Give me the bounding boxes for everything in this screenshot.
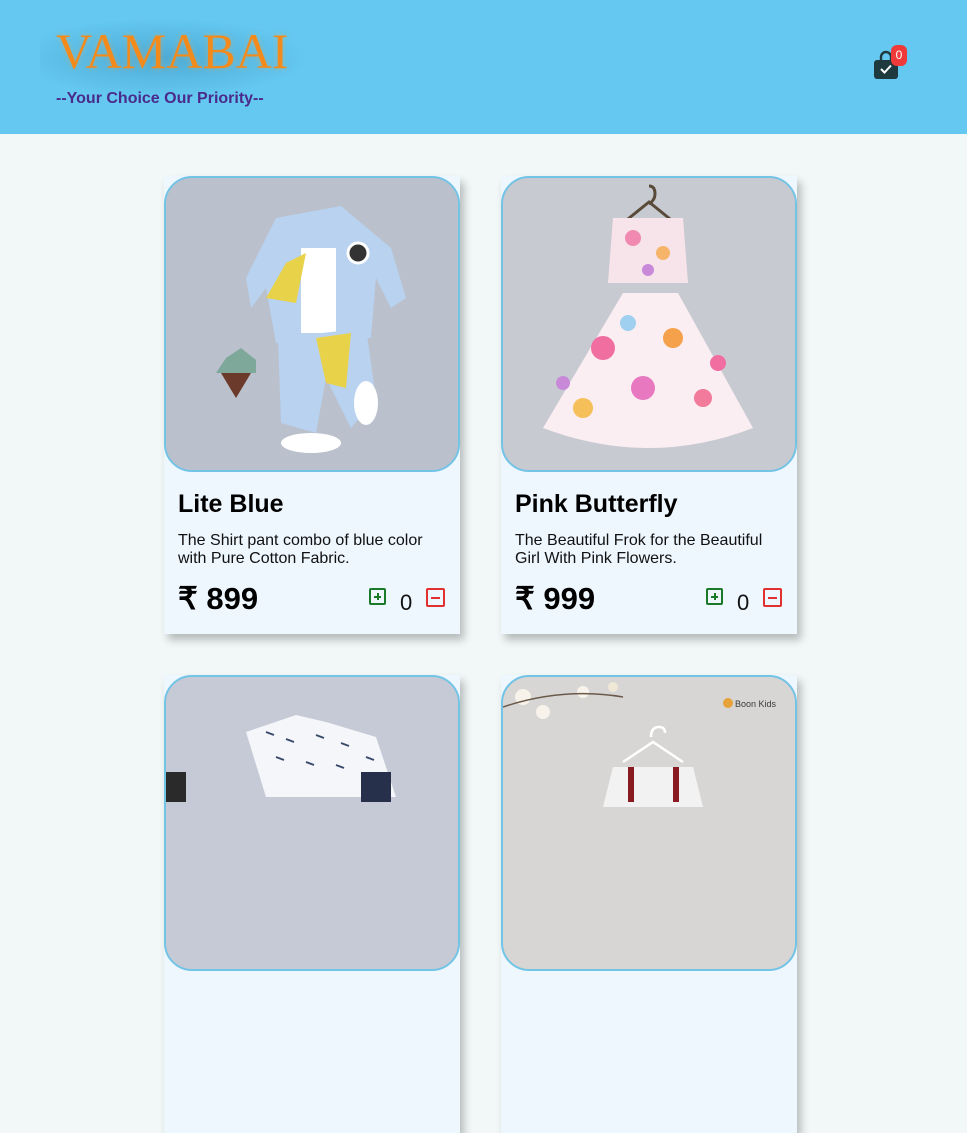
product-price: ₹ 899 bbox=[178, 581, 259, 616]
product-description: The Beautiful Frok for the Beautiful Gir… bbox=[515, 532, 763, 567]
site-logo[interactable]: VAMABAI bbox=[56, 24, 288, 78]
site-tagline: --Your Choice Our Priority-- bbox=[56, 90, 264, 107]
product-image[interactable] bbox=[164, 675, 460, 971]
product-image[interactable]: Boon Kids bbox=[501, 675, 797, 971]
increase-quantity-button[interactable] bbox=[706, 588, 723, 605]
decrease-quantity-button[interactable] bbox=[426, 588, 445, 607]
product-description: The Shirt pant combo of blue color with … bbox=[178, 532, 423, 567]
product-quantity: 0 bbox=[400, 590, 413, 615]
product-title: Lite Blue bbox=[178, 490, 284, 518]
product-card: Pink Butterfly The Beautiful Frok for th… bbox=[501, 176, 797, 634]
cart-count-badge: 0 bbox=[891, 45, 907, 66]
product-card: Boon Kids bbox=[501, 675, 797, 1133]
site-header: VAMABAI --Your Choice Our Priority-- bbox=[0, 0, 967, 134]
product-title: Pink Butterfly bbox=[515, 490, 678, 518]
product-card: Lite Blue The Shirt pant combo of blue c… bbox=[164, 176, 460, 634]
product-quantity: 0 bbox=[737, 590, 750, 615]
increase-quantity-button[interactable] bbox=[369, 588, 386, 605]
decrease-quantity-button[interactable] bbox=[763, 588, 782, 607]
product-image[interactable] bbox=[164, 176, 460, 472]
product-price: ₹ 999 bbox=[515, 581, 596, 616]
brand-watermark: Boon Kids bbox=[735, 699, 777, 709]
product-card bbox=[164, 675, 460, 1133]
product-image[interactable] bbox=[501, 176, 797, 472]
